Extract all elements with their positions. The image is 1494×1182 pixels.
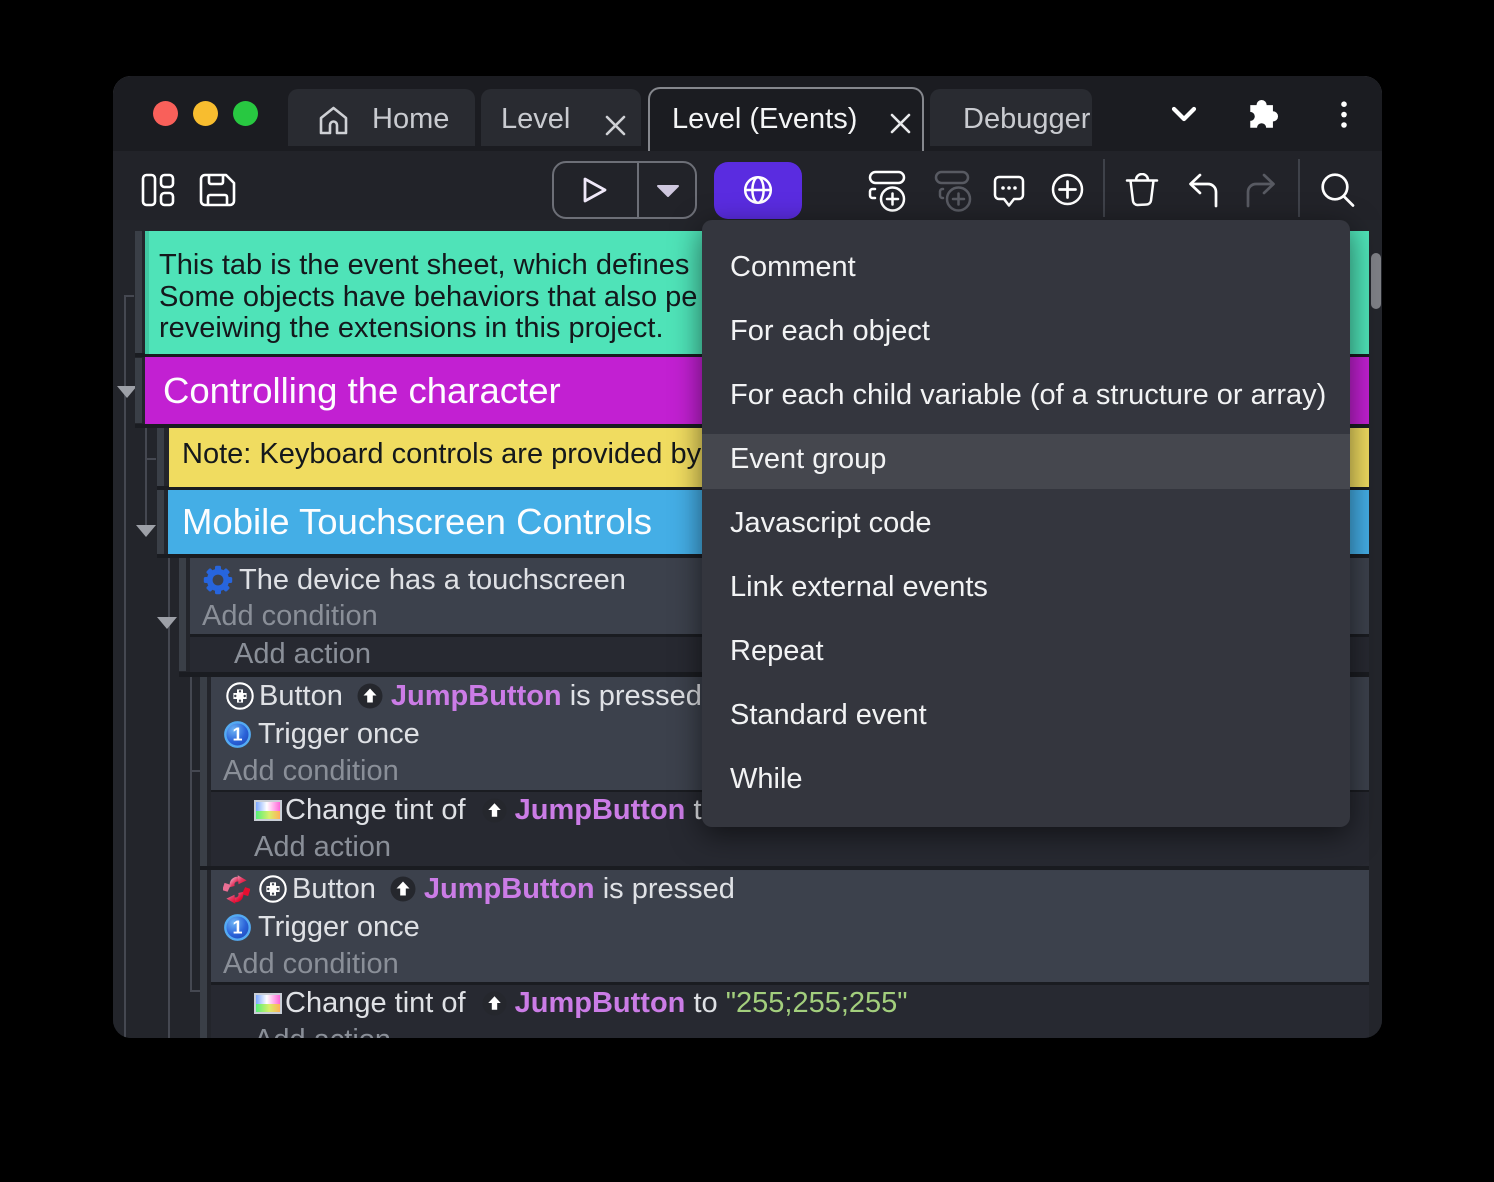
- svg-text:1: 1: [232, 917, 242, 937]
- svg-text:1: 1: [232, 724, 242, 744]
